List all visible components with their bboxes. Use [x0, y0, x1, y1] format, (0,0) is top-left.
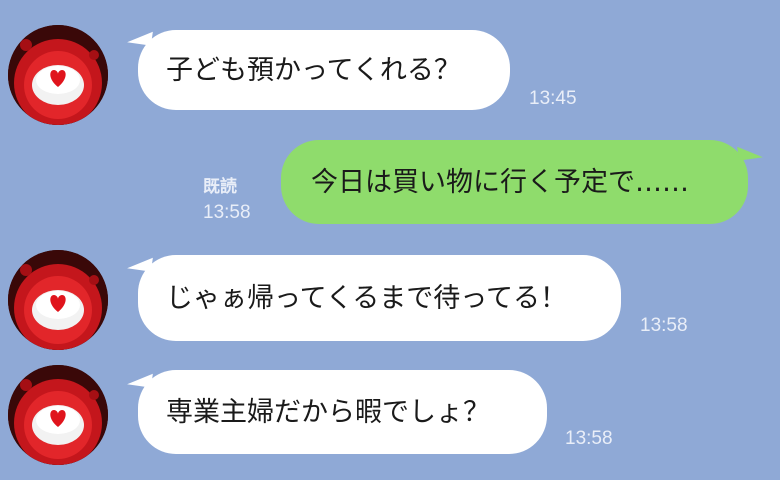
heart-cake-avatar-image [8, 365, 108, 465]
heart-cake-avatar-image [8, 250, 108, 350]
heart-cake-avatar-image [8, 25, 108, 125]
sender-avatar[interactable] [8, 250, 108, 350]
message-text: 子ども預かってくれる？ [166, 54, 461, 86]
message-timestamp: 13:58 [203, 202, 251, 223]
sender-avatar[interactable] [8, 365, 108, 465]
message-timestamp: 13:58 [565, 428, 613, 449]
read-receipt-label: 既読 [203, 177, 237, 197]
sender-avatar[interactable] [8, 25, 108, 125]
message-text: 専業主婦だから暇でしょ？ [166, 396, 490, 428]
message-bubble-incoming[interactable]: 専業主婦だから暇でしょ？ [138, 370, 547, 454]
message-bubble-incoming[interactable]: 子ども預かってくれる？ [138, 30, 510, 110]
message-timestamp: 13:58 [640, 315, 688, 336]
message-bubble-outgoing[interactable]: 今日は買い物に行く予定で…… [281, 140, 748, 224]
message-bubble-incoming[interactable]: じゃぁ帰ってくるまで待ってる！ [138, 255, 621, 341]
message-timestamp: 13:45 [529, 88, 577, 109]
message-text: 今日は買い物に行く予定で…… [311, 166, 689, 198]
bubble-tail [737, 143, 763, 161]
message-text: じゃぁ帰ってくるまで待ってる！ [166, 282, 567, 314]
